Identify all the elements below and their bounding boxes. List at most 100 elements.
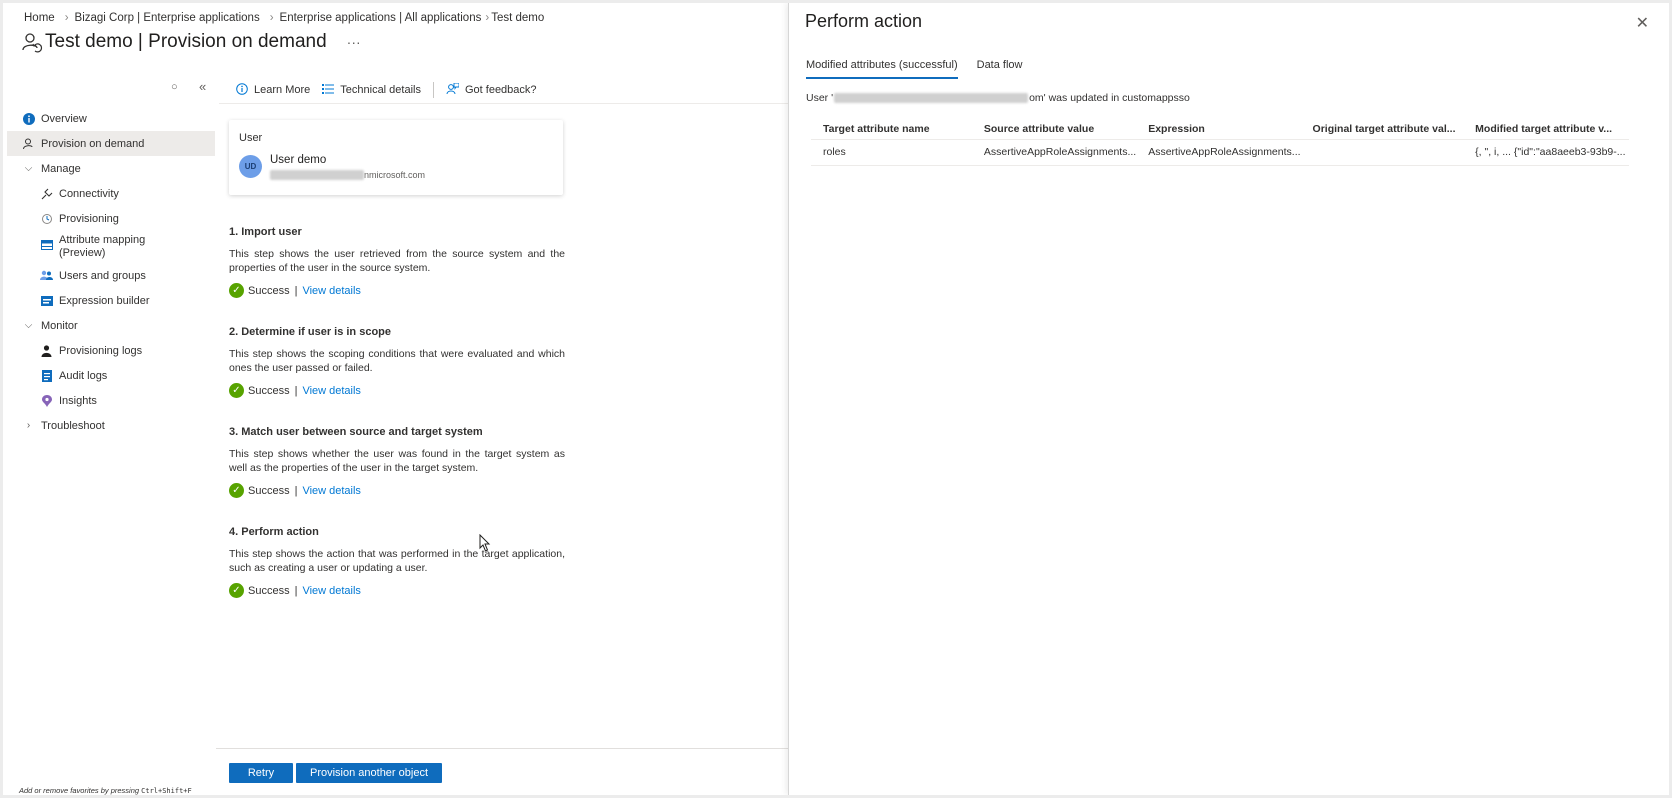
redacted-email-icon — [270, 170, 364, 180]
close-icon[interactable]: ✕ — [1636, 13, 1649, 33]
bulb-icon — [40, 394, 53, 407]
sidebar-item-audit-logs[interactable]: Audit logs — [7, 363, 215, 388]
sidebar-item-expression-builder[interactable]: Expression builder — [7, 288, 215, 313]
info-outline-icon — [236, 82, 248, 98]
sidebar: Overview Provision on demand ⌵ Manage Co… — [7, 106, 215, 438]
avatar: UD — [239, 155, 262, 178]
sidebar-item-provision-on-demand[interactable]: Provision on demand — [7, 131, 215, 156]
success-check-icon: ✓ — [229, 283, 244, 298]
person-icon — [40, 344, 53, 357]
breadcrumb-enterprise-apps[interactable]: Bizagi Corp | Enterprise applications — [75, 12, 260, 24]
step-description: This step shows the action that was perf… — [229, 548, 565, 574]
portal-page: Home › Bizagi Corp | Enterprise applicatio… — [3, 3, 1669, 795]
builder-icon — [40, 294, 53, 307]
table-header-row: Target attribute name Source attribute v… — [811, 119, 1629, 140]
step-title: 1. Import user — [229, 226, 302, 238]
toolbar-divider — [432, 82, 434, 98]
chevron-right-icon: › — [26, 420, 31, 431]
redacted-user-icon — [834, 93, 1029, 103]
feedback-button[interactable]: Got feedback? — [446, 82, 537, 98]
breadcrumb-separator: › — [269, 12, 274, 24]
collapse-sidebar-icon[interactable]: « — [199, 79, 206, 94]
command-bar-divider — [219, 103, 789, 104]
table-cell: AssertiveAppRoleAssignments... — [971, 139, 1137, 166]
user-email: nmicrosoft.com — [270, 170, 425, 180]
update-message: User ' om' was updated in customappsso — [806, 92, 1190, 104]
step-description: This step shows the scoping conditions t… — [229, 348, 565, 374]
search-toggle-icon[interactable]: ○ — [171, 81, 178, 93]
step-perform-action: 4. Perform action This step shows the ac… — [229, 526, 565, 598]
provisioning-icon — [40, 212, 53, 225]
sidebar-group-troubleshoot[interactable]: › Troubleshoot — [7, 413, 215, 438]
column-header[interactable]: Target attribute name — [811, 119, 972, 140]
list-icon — [322, 83, 335, 97]
sidebar-item-insights[interactable]: Insights — [7, 388, 215, 413]
learn-more-button[interactable]: Learn More — [236, 82, 310, 98]
breadcrumb-test-demo[interactable]: Test demo — [491, 12, 544, 24]
sidebar-item-users-and-groups[interactable]: Users and groups — [7, 263, 215, 288]
chevron-down-icon: ⌵ — [24, 320, 33, 331]
sidebar-item-provisioning[interactable]: Provisioning — [7, 206, 215, 231]
step-title: 3. Match user between source and target … — [229, 426, 483, 438]
separator: | — [294, 284, 298, 297]
tab-modified-attributes[interactable]: Modified attributes (successful) — [806, 59, 958, 79]
step-title: 2. Determine if user is in scope — [229, 326, 392, 338]
column-header[interactable]: Original target attribute val... — [1300, 119, 1464, 140]
person-sync-icon — [22, 137, 35, 150]
column-header[interactable]: Modified target attribute v... — [1463, 119, 1629, 140]
favorites-hint: Add or remove favorites by pressing Ctrl… — [19, 786, 192, 795]
page-title: Test demo | Provision on demand — [45, 31, 327, 52]
view-details-link[interactable]: View details — [302, 385, 361, 397]
breadcrumb-all-applications[interactable]: Enterprise applications | All applicatio… — [280, 12, 482, 24]
sidebar-item-attribute-mapping[interactable]: Attribute mapping (Preview) — [7, 231, 215, 263]
page-title-row: Test demo | Provision on demand ··· — [21, 31, 361, 53]
table-cell: roles — [811, 139, 972, 166]
users-icon — [40, 269, 53, 282]
step-title: 4. Perform action — [229, 526, 319, 538]
step-status: ✓ Success | View details — [229, 583, 565, 598]
breadcrumb-separator: › — [64, 12, 69, 24]
step-import-user: 1. Import user This step shows the user … — [229, 226, 565, 298]
column-header[interactable]: Source attribute value — [971, 119, 1137, 140]
provision-another-object-button[interactable]: Provision another object — [296, 763, 442, 783]
step-status: ✓ Success | View details — [229, 283, 565, 298]
breadcrumb: Home › Bizagi Corp | Enterprise applicatio… — [24, 12, 548, 24]
sidebar-item-provisioning-logs[interactable]: Provisioning logs — [7, 338, 215, 363]
modified-attributes-table: Target attribute name Source attribute v… — [811, 119, 1629, 166]
success-check-icon: ✓ — [229, 383, 244, 398]
column-header[interactable]: Expression — [1136, 119, 1301, 140]
sidebar-group-monitor[interactable]: ⌵ Monitor — [7, 313, 215, 338]
success-check-icon: ✓ — [229, 583, 244, 598]
retry-button[interactable]: Retry — [229, 763, 293, 783]
user-card-label: User — [239, 132, 263, 144]
separator: | — [294, 584, 298, 597]
panel-tabs: Modified attributes (successful) Data fl… — [806, 59, 1041, 79]
sidebar-item-connectivity[interactable]: Connectivity — [7, 181, 215, 206]
separator: | — [294, 384, 298, 397]
technical-details-button[interactable]: Technical details — [322, 83, 421, 97]
step-status: ✓ Success | View details — [229, 483, 565, 498]
table-cell: {, ", i, ... {"id":"aa8aeeb3-93b9-... — [1463, 139, 1629, 166]
mouse-cursor-icon — [479, 534, 491, 552]
footer-divider — [216, 748, 788, 749]
step-description: This step shows the user retrieved from … — [229, 248, 565, 274]
panel-title: Perform action — [805, 11, 923, 31]
step-description: This step shows whether the user was fou… — [229, 448, 565, 474]
table-row[interactable]: roles AssertiveAppRoleAssignments... Ass… — [811, 139, 1629, 166]
view-details-link[interactable]: View details — [302, 285, 361, 297]
plug-icon — [40, 187, 53, 200]
view-details-link[interactable]: View details — [302, 485, 361, 497]
view-details-link[interactable]: View details — [302, 585, 361, 597]
step-status: ✓ Success | View details — [229, 383, 565, 398]
table-cell: AssertiveAppRoleAssignments... — [1136, 139, 1301, 166]
sidebar-item-overview[interactable]: Overview — [7, 106, 215, 131]
breadcrumb-home[interactable]: Home — [24, 12, 55, 24]
selected-user-card: User UD User demo nmicrosoft.com — [229, 120, 563, 195]
step-match-user: 3. Match user between source and target … — [229, 426, 565, 498]
tab-data-flow[interactable]: Data flow — [977, 59, 1023, 79]
sidebar-group-manage[interactable]: ⌵ Manage — [7, 156, 215, 181]
step-determine-scope: 2. Determine if user is in scope This st… — [229, 326, 565, 398]
info-icon — [22, 112, 35, 125]
person-sync-icon — [22, 33, 43, 53]
more-options-icon[interactable]: ··· — [347, 34, 361, 50]
